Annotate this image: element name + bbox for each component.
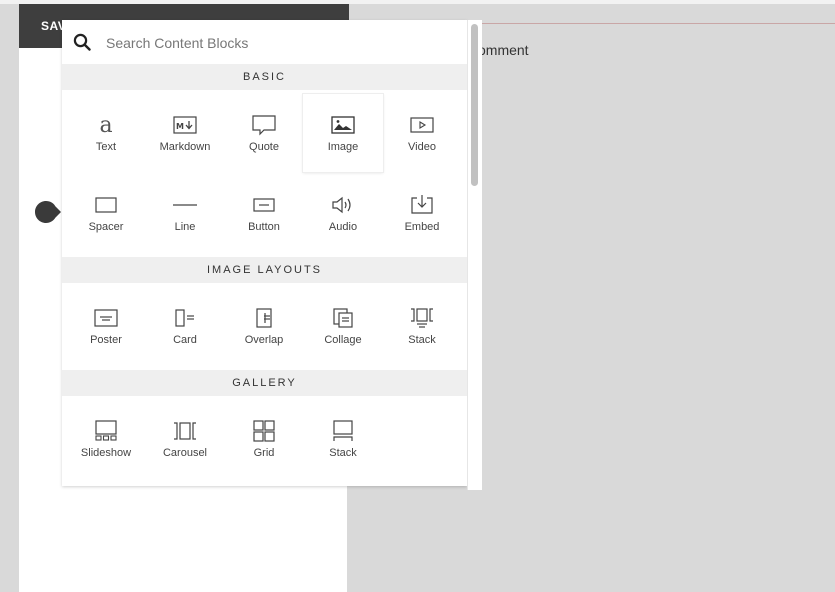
block-collage[interactable]: Collage [303, 287, 383, 365]
slideshow-icon [95, 420, 117, 441]
grid-icon [253, 420, 275, 442]
line-icon [173, 204, 197, 206]
block-label: Slideshow [80, 447, 132, 459]
block-label: Video [408, 141, 436, 153]
button-icon [253, 198, 275, 212]
section-header-image-layouts: IMAGE LAYOUTS [62, 257, 467, 283]
content-blocks-menu: BASIC a Text M Markdown Quote [62, 20, 467, 486]
block-embed[interactable]: Embed [382, 174, 462, 252]
block-markdown[interactable]: M Markdown [145, 94, 225, 172]
block-carousel[interactable]: Carousel [145, 400, 225, 478]
block-poster[interactable]: Poster [66, 287, 146, 365]
block-label: Line [174, 221, 196, 233]
comment-link[interactable]: omment [478, 42, 529, 58]
spacer-icon [95, 197, 117, 213]
stack-icon [411, 308, 433, 328]
search-input[interactable] [106, 32, 446, 54]
scrollbar-thumb[interactable] [471, 24, 478, 186]
block-label: Button [248, 221, 280, 233]
block-label: Quote [249, 141, 279, 153]
block-audio[interactable]: Audio [303, 174, 383, 252]
carousel-icon [174, 422, 196, 440]
block-grid[interactable]: Grid [224, 400, 304, 478]
gallery-stack-icon [333, 420, 353, 441]
block-label: Carousel [162, 447, 208, 459]
svg-text:a: a [99, 114, 112, 136]
block-image[interactable]: Image [303, 94, 383, 172]
embed-icon [411, 195, 433, 214]
video-icon [410, 117, 434, 133]
block-video[interactable]: Video [382, 94, 462, 172]
block-line[interactable]: Line [145, 174, 225, 252]
block-overlap[interactable]: Overlap [224, 287, 304, 365]
block-label: Poster [90, 334, 122, 346]
section-header-basic: BASIC [62, 64, 467, 90]
block-label: Embed [404, 221, 440, 233]
overlap-icon [256, 308, 272, 328]
block-gallery-stack[interactable]: Stack [303, 400, 383, 478]
svg-text:M: M [176, 122, 184, 131]
block-button[interactable]: Button [224, 174, 304, 252]
block-slideshow[interactable]: Slideshow [66, 400, 146, 478]
block-label: Card [173, 334, 197, 346]
block-label: Text [95, 141, 117, 153]
block-spacer[interactable]: Spacer [66, 174, 146, 252]
block-label: Spacer [88, 221, 124, 233]
block-label: Audio [328, 221, 358, 233]
poster-icon [94, 309, 118, 327]
block-label: Stack [329, 447, 357, 459]
block-card[interactable]: Card [145, 287, 225, 365]
block-label: Overlap [244, 334, 284, 346]
audio-icon [332, 196, 351, 214]
section-header-gallery: GALLERY [62, 370, 467, 396]
left-gutter [0, 4, 19, 592]
block-label: Collage [324, 334, 362, 346]
search-bar [62, 20, 467, 64]
block-quote[interactable]: Quote [224, 94, 304, 172]
search-icon [73, 33, 91, 51]
card-icon [175, 309, 194, 327]
block-label: Stack [408, 334, 436, 346]
block-stack[interactable]: Stack [382, 287, 462, 365]
collage-icon [333, 308, 353, 328]
text-icon: a [99, 114, 112, 136]
block-label: Image [327, 141, 359, 153]
image-icon [331, 116, 355, 134]
block-text[interactable]: a Text [66, 94, 146, 172]
insert-point-icon[interactable] [35, 201, 61, 223]
quote-icon [252, 115, 276, 136]
block-label: Grid [253, 447, 275, 459]
block-label: Markdown [159, 141, 211, 153]
markdown-icon: M [173, 116, 197, 134]
